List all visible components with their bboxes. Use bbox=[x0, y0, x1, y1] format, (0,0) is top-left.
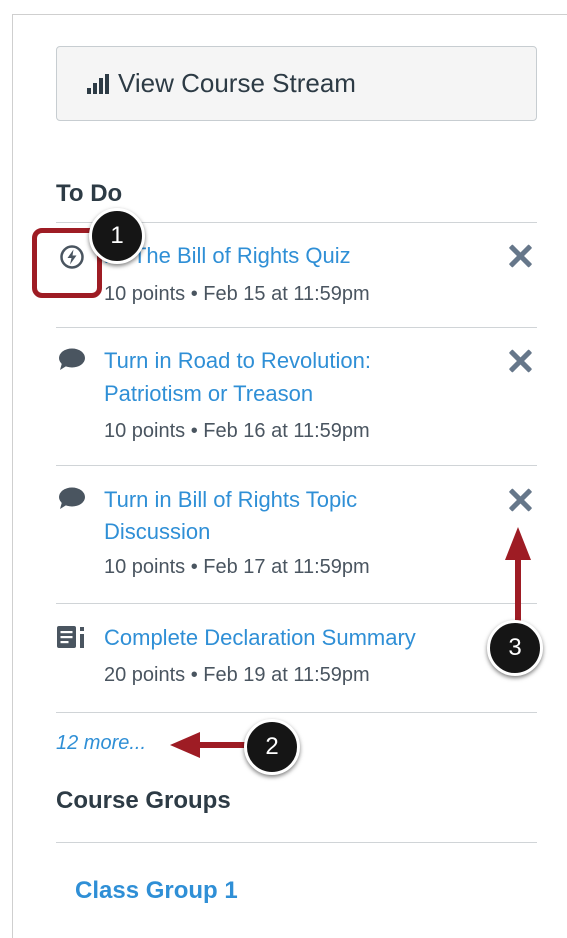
callout-badge: 1 bbox=[89, 208, 145, 264]
callout-badge: 3 bbox=[487, 620, 543, 676]
callout-badge: 2 bbox=[244, 719, 300, 775]
annotation-arrows bbox=[170, 527, 531, 758]
